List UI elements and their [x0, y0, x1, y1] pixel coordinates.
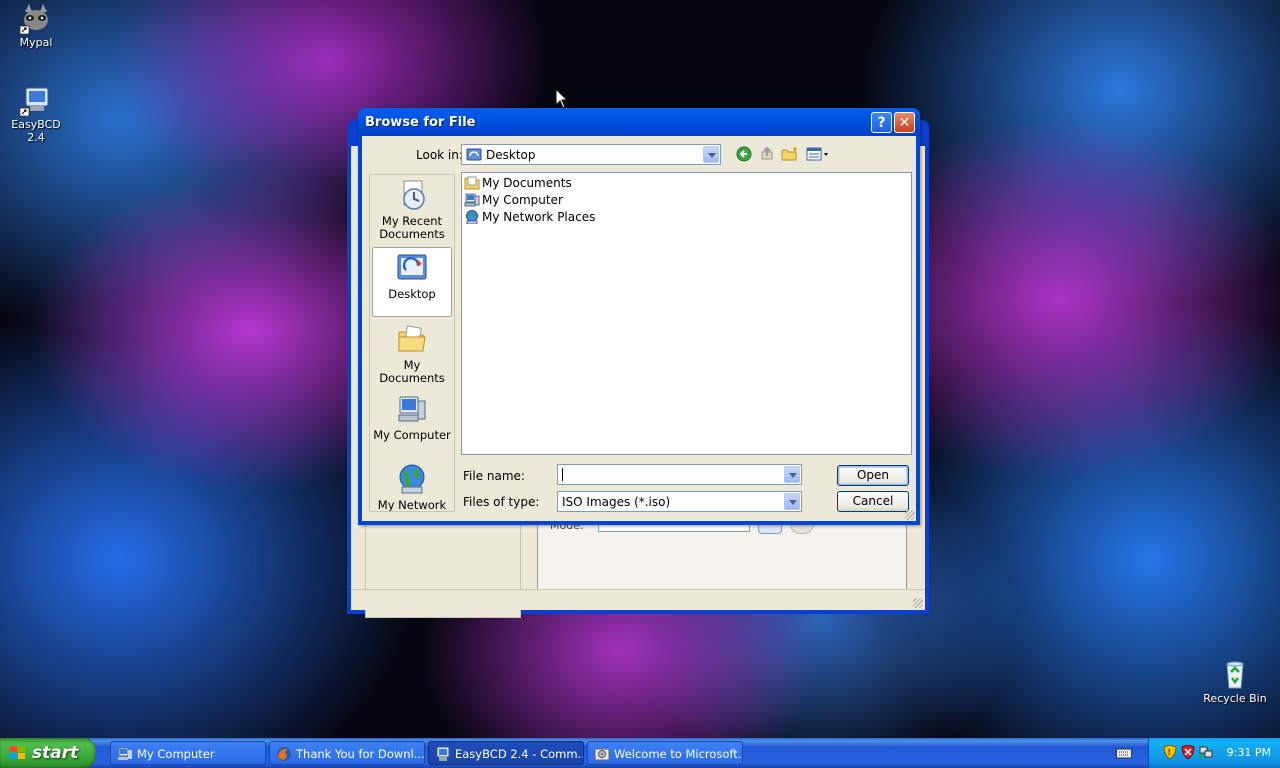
desktop-icon-recycle-bin[interactable]: Recycle Bin — [1200, 658, 1270, 705]
folder-documents-icon — [464, 176, 480, 190]
chevron-down-icon[interactable] — [784, 466, 800, 483]
place-label: My Computer — [373, 428, 451, 442]
place-label: My Network — [377, 498, 447, 512]
easybcd-status-bar — [351, 589, 925, 610]
system-tray: ! 9:31 PM — [1148, 738, 1280, 768]
views-icon — [806, 147, 828, 161]
windows-logo-icon — [10, 746, 25, 759]
file-item-label: My Network Places — [482, 210, 596, 224]
place-my-recent-documents[interactable]: My Recent Documents — [372, 179, 452, 241]
chevron-down-icon[interactable] — [703, 146, 719, 163]
keyboard-icon[interactable] — [1116, 747, 1132, 759]
file-item-my-computer[interactable]: My Computer — [464, 192, 563, 208]
desktop-icon-easybcd[interactable]: EasyBCD 2.4 — [1, 84, 71, 144]
task-label: EasyBCD 2.4 - Comm... — [455, 747, 584, 761]
task-my-computer[interactable]: My Computer — [110, 741, 266, 765]
look-in-value: Desktop — [486, 148, 536, 162]
file-list[interactable]: My Documents My Computer My Network Plac… — [461, 172, 912, 455]
file-item-label: My Computer — [482, 193, 563, 207]
network-connection-icon[interactable] — [1199, 745, 1213, 759]
desktop-icon-label: Mypal — [19, 36, 53, 49]
task-installer[interactable]: Welcome to Microsoft... — [587, 741, 743, 765]
places-bar: My Recent Documents Desktop My Documents… — [369, 174, 455, 512]
clock[interactable]: 9:31 PM — [1227, 746, 1271, 759]
views-menu-button[interactable] — [805, 145, 831, 163]
files-of-type-label: Files of type: — [463, 495, 540, 509]
my-computer-icon — [118, 747, 132, 760]
open-button[interactable]: Open — [837, 465, 909, 486]
new-folder-icon — [781, 147, 797, 161]
back-arrow-icon — [736, 146, 752, 162]
place-my-documents[interactable]: My Documents — [372, 323, 452, 385]
dialog-title: Browse for File — [365, 115, 476, 130]
firefox-icon — [277, 747, 291, 761]
desktop-icon-label: EasyBCD 2.4 — [11, 118, 61, 144]
close-button[interactable]: ✕ — [894, 112, 915, 133]
task-label: Welcome to Microsoft... — [614, 747, 743, 761]
file-item-my-network-places[interactable]: My Network Places — [464, 209, 595, 225]
recycle-bin-icon — [1219, 658, 1251, 690]
look-in-dropdown[interactable]: Desktop — [461, 144, 721, 165]
desktop-icon-label: Recycle Bin — [1203, 692, 1267, 705]
dialog-client: Look in: Desktop My Recent Documents Des… — [362, 136, 916, 521]
up-folder-icon — [761, 146, 773, 160]
resize-grip-icon[interactable] — [905, 510, 915, 520]
security-shield-icon[interactable]: ! — [1163, 745, 1177, 759]
place-my-network[interactable]: My Network — [372, 463, 452, 512]
file-name-field[interactable] — [557, 464, 802, 485]
place-my-computer[interactable]: My Computer — [372, 393, 452, 442]
task-easybcd[interactable]: EasyBCD 2.4 - Comm... — [428, 741, 584, 765]
chevron-down-icon[interactable] — [784, 493, 800, 510]
help-button[interactable]: ? — [871, 112, 892, 133]
taskbar: start My Computer Thank You for Downl...… — [0, 738, 1280, 768]
back-button[interactable] — [734, 145, 754, 163]
desktop-icon-mypal[interactable]: Mypal — [1, 2, 71, 49]
easybcd-icon — [436, 746, 450, 761]
place-desktop[interactable]: Desktop — [372, 247, 452, 317]
files-of-type-dropdown[interactable]: ISO Images (*.iso) — [557, 491, 802, 512]
easybcd-icon — [19, 84, 52, 117]
computer-icon — [464, 193, 480, 207]
look-in-label: Look in: — [416, 148, 463, 162]
browse-for-file-dialog: Browse for File ? ✕ Look in: Desktop My … — [358, 108, 920, 525]
my-computer-icon — [396, 393, 428, 425]
place-label: My Documents — [379, 358, 445, 385]
files-of-type-value: ISO Images (*.iso) — [562, 495, 671, 509]
file-item-label: My Documents — [482, 176, 572, 190]
text-caret — [562, 468, 563, 481]
installer-icon — [594, 748, 610, 761]
place-label: My Recent Documents — [379, 214, 445, 241]
file-item-my-documents[interactable]: My Documents — [464, 175, 572, 191]
network-places-icon — [466, 210, 478, 224]
task-label: Thank You for Downl... — [296, 747, 425, 761]
new-folder-button[interactable] — [780, 145, 800, 163]
place-label: Desktop — [388, 287, 436, 301]
file-name-label: File name: — [463, 469, 525, 483]
alert-shield-icon[interactable] — [1181, 745, 1195, 759]
svg-text:!: ! — [1168, 748, 1172, 757]
task-firefox[interactable]: Thank You for Downl... — [269, 741, 425, 765]
start-button[interactable]: start — [0, 738, 96, 768]
up-folder-button[interactable] — [757, 145, 777, 163]
cancel-button[interactable]: Cancel — [837, 491, 909, 512]
task-label: My Computer — [137, 747, 215, 761]
recent-documents-icon — [396, 179, 428, 211]
raccoon-icon — [19, 2, 52, 35]
start-label: start — [32, 743, 79, 763]
my-documents-icon — [396, 323, 428, 355]
resize-grip-icon[interactable] — [913, 598, 923, 608]
desktop-small-icon — [466, 147, 482, 166]
my-network-icon — [396, 463, 428, 495]
desktop-icon — [396, 252, 428, 284]
